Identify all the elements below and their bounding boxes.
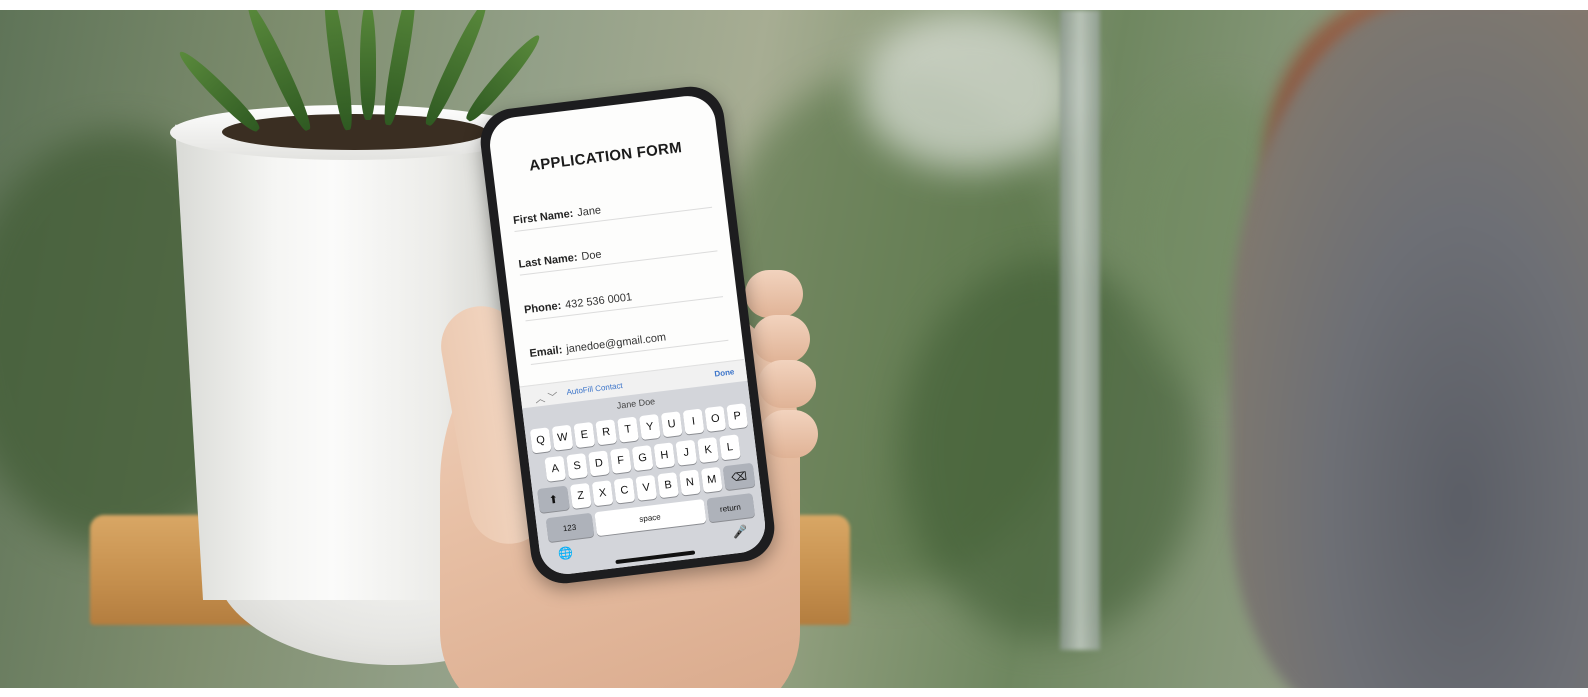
finger <box>760 410 818 458</box>
last-name-label: Last Name: <box>517 251 579 271</box>
person-shoulder <box>1230 10 1588 688</box>
field-navigation-arrows-icon[interactable]: ︿ ﹀ <box>534 388 559 406</box>
autofill-contact-button[interactable]: AutoFill Contact <box>566 381 623 397</box>
phone-label: Phone: <box>523 299 562 317</box>
pot-soil <box>222 114 487 150</box>
email-value: janedoe@gmail.com <box>565 331 667 356</box>
form-title: APPLICATION FORM <box>528 139 683 175</box>
key-e[interactable]: E <box>573 421 596 449</box>
key-n[interactable]: N <box>679 469 701 496</box>
return-key[interactable]: return <box>706 493 755 523</box>
numbers-key[interactable]: 123 <box>545 512 594 543</box>
key-m[interactable]: M <box>700 466 723 493</box>
done-button[interactable]: Done <box>714 367 735 378</box>
key-t[interactable]: T <box>617 416 639 443</box>
delete-key-icon[interactable]: ⌫ <box>722 462 756 491</box>
key-x[interactable]: X <box>591 480 614 507</box>
key-p[interactable]: P <box>726 403 749 430</box>
key-q[interactable]: Q <box>529 427 552 454</box>
key-v[interactable]: V <box>635 474 658 501</box>
key-f[interactable]: F <box>609 447 632 474</box>
key-l[interactable]: L <box>719 434 741 461</box>
window-light <box>860 10 1080 170</box>
phone-field[interactable]: Phone: 432 536 0001 <box>522 271 724 322</box>
key-h[interactable]: H <box>653 442 676 469</box>
window-frame <box>1060 10 1100 650</box>
key-i[interactable]: I <box>682 408 705 435</box>
email-label: Email: <box>528 344 564 361</box>
key-g[interactable]: G <box>631 445 654 472</box>
phone-screen: APPLICATION FORM First Name: Jane Last N… <box>486 92 769 578</box>
application-form: APPLICATION FORM First Name: Jane Last N… <box>487 93 745 389</box>
key-u[interactable]: U <box>660 411 683 438</box>
first-name-label: First Name: <box>512 207 575 228</box>
finger <box>745 270 803 318</box>
finger <box>758 360 816 408</box>
first-name-value: Jane <box>576 204 602 220</box>
email-field[interactable]: Email: janedoe@gmail.com <box>527 314 729 365</box>
last-name-field[interactable]: Last Name: Doe <box>516 225 718 276</box>
key-c[interactable]: C <box>613 477 636 504</box>
key-d[interactable]: D <box>588 450 610 477</box>
key-j[interactable]: J <box>675 439 698 466</box>
key-b[interactable]: B <box>657 472 679 499</box>
key-o[interactable]: O <box>704 405 727 432</box>
key-r[interactable]: R <box>595 419 618 446</box>
key-s[interactable]: S <box>566 453 588 480</box>
last-name-value: Doe <box>580 248 603 263</box>
globe-icon[interactable]: 🌐 <box>557 545 574 561</box>
key-z[interactable]: Z <box>569 482 592 509</box>
phone-value: 432 536 0001 <box>564 291 633 312</box>
finger <box>752 315 810 363</box>
key-w[interactable]: W <box>551 424 574 451</box>
key-k[interactable]: K <box>697 436 720 464</box>
shift-key-icon[interactable]: ⬆ <box>537 485 570 513</box>
key-y[interactable]: Y <box>638 413 661 441</box>
background-photo: APPLICATION FORM First Name: Jane Last N… <box>0 10 1588 688</box>
keyboard: Jane Doe Q W E R T Y U I O P A S D F G H… <box>522 380 769 578</box>
first-name-field[interactable]: First Name: Jane <box>511 181 713 232</box>
plant-leaf <box>360 10 376 120</box>
key-a[interactable]: A <box>544 455 567 482</box>
microphone-icon[interactable]: 🎤 <box>732 524 749 540</box>
